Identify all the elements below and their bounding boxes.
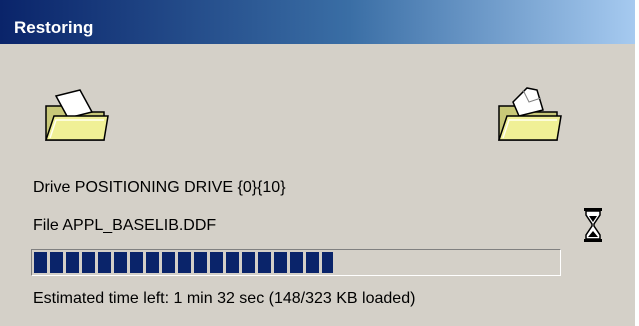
hourglass-icon (583, 207, 603, 243)
file-status-text: File APPL_BASELIB.DDF (33, 217, 217, 234)
progress-bar (31, 249, 561, 276)
drive-status-text: Drive POSITIONING DRIVE {0}{10} (33, 179, 286, 196)
window-title: Restoring (14, 18, 94, 37)
open-folder-with-document-icon (493, 86, 563, 148)
progress-fill (34, 252, 333, 273)
title-bar[interactable]: Restoring (0, 0, 635, 44)
time-estimate-text: Estimated time left: 1 min 32 sec (148/3… (33, 290, 416, 307)
restore-dialog: Restoring Drive POSITIONING DRIVE {0}{10… (0, 0, 637, 326)
open-folder-icon (40, 86, 110, 148)
